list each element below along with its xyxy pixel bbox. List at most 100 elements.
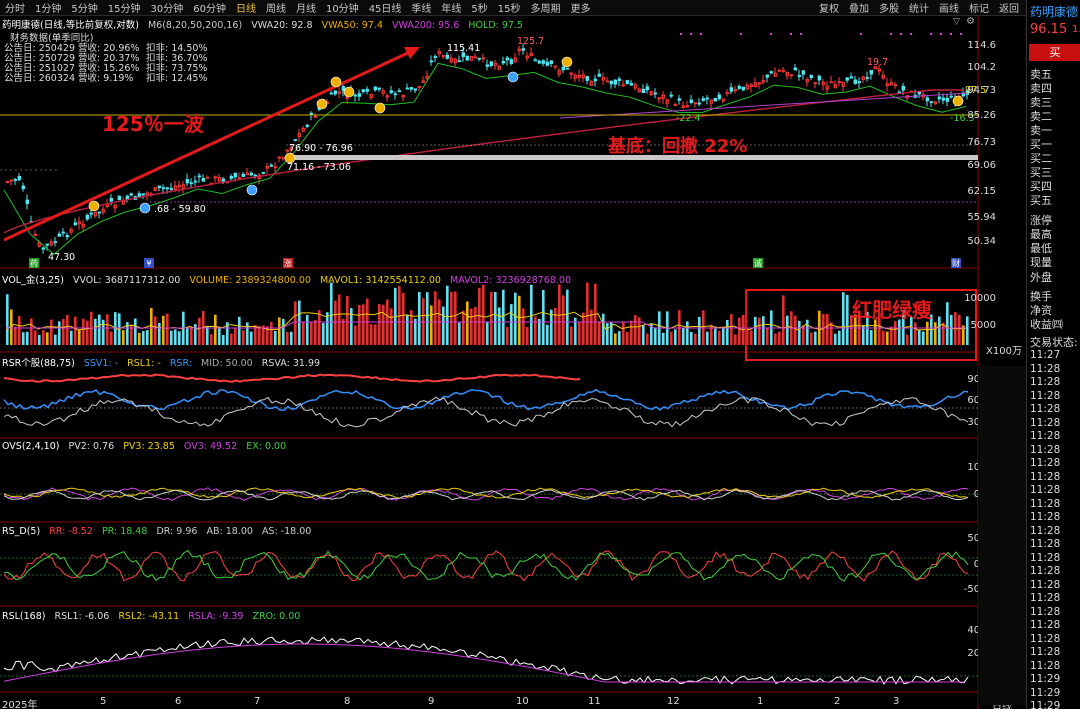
volume-bar [282, 318, 285, 345]
event-dot [790, 33, 792, 35]
volume-bar [110, 331, 113, 345]
candle-body [537, 60, 541, 64]
period-tab[interactable]: 周线 [261, 0, 291, 15]
tool-button[interactable]: 叠加 [844, 0, 874, 15]
period-tab[interactable]: 10分钟 [321, 0, 364, 15]
volume-bar [18, 315, 21, 345]
volume-bar [494, 292, 497, 345]
period-tab[interactable]: 季线 [406, 0, 436, 15]
candle-body [53, 241, 57, 244]
rsl1-value: RSL1: -6.06 [54, 611, 110, 622]
period-tab[interactable]: 15分钟 [103, 0, 146, 15]
volume-bar [158, 322, 161, 345]
volume-bar [914, 322, 917, 345]
volume-bar [258, 325, 261, 345]
period-tab[interactable]: 5分钟 [66, 0, 102, 15]
volume-bar [810, 332, 813, 345]
volume-bar [898, 319, 901, 345]
volume-bar [722, 327, 725, 345]
event-dot [950, 33, 952, 35]
volume-bar [14, 326, 17, 345]
tick-time: 11:29 [1030, 673, 1061, 685]
rsr-line [3, 373, 581, 383]
volume-bar [314, 320, 317, 345]
volume-bar [454, 291, 457, 345]
period-tab[interactable]: 60分钟 [188, 0, 231, 15]
volume-bar [42, 330, 45, 345]
rsl1-label: RSL1: - [127, 358, 161, 369]
period-tab[interactable]: 日线 [231, 0, 261, 15]
tool-button[interactable]: 画线 [934, 0, 964, 15]
candle-body [193, 180, 197, 183]
volume-bar [466, 301, 469, 345]
period-tab[interactable]: 30分钟 [145, 0, 188, 15]
volume-bar [346, 295, 349, 345]
volume-bar [350, 308, 353, 345]
volume-bar [238, 316, 241, 345]
trade-status: 交易状态: 连 [1030, 336, 1080, 349]
candle-body [409, 87, 413, 90]
collapse-icon[interactable]: ▽ [953, 17, 960, 27]
candle-body [585, 76, 589, 81]
event-dot [740, 33, 742, 35]
candle-body [269, 164, 273, 167]
candle-body [669, 94, 673, 97]
period-tab[interactable]: 月线 [291, 0, 321, 15]
zro-value: ZRO: 0.00 [252, 611, 301, 622]
peak-label-119: 19.7 [867, 57, 889, 68]
candle-body [505, 57, 509, 61]
candle-body [73, 222, 77, 226]
signal-marker [330, 76, 342, 88]
volume-bar [738, 317, 741, 345]
settings-icon[interactable]: ⚙ [966, 16, 975, 27]
volume-bar [50, 319, 53, 345]
tool-button[interactable]: 返回 [994, 0, 1024, 15]
ma-label: M6(8,20,50,200,16) [147, 20, 243, 31]
ex-label: EX: 0.00 [246, 441, 287, 452]
volume-bar [870, 330, 873, 345]
event-dot [800, 33, 802, 35]
candle-body [197, 175, 201, 178]
candle-body [445, 54, 449, 59]
candle-body [521, 48, 525, 51]
period-tab[interactable]: 5秒 [466, 0, 492, 15]
buy-button[interactable]: 买 [1029, 44, 1080, 61]
fin-cell: 营收: 9.19% [78, 73, 134, 84]
candle-body [865, 76, 869, 79]
volume-bar [242, 330, 245, 345]
tick-time: 11:28 [1030, 592, 1061, 604]
period-tab[interactable]: 15秒 [493, 0, 526, 15]
signal-marker [507, 71, 519, 83]
price-axis-tick: 62.15 [967, 186, 996, 197]
tick-time: 11:28 [1030, 497, 1061, 510]
tool-button[interactable]: 复权 [814, 0, 844, 15]
volume-bar [378, 304, 381, 345]
period-tab[interactable]: 多周期 [526, 0, 566, 15]
candle-body [625, 80, 629, 84]
rsr-name: RSR个股(88,75) [2, 358, 75, 369]
event-dot [680, 33, 682, 35]
candle-body [393, 93, 397, 96]
period-tab[interactable]: 更多 [566, 0, 596, 15]
candle-body [941, 97, 945, 101]
tool-button[interactable]: 标记 [964, 0, 994, 15]
volume-bar [582, 312, 585, 345]
volume-bar [922, 331, 925, 345]
volume-bar [542, 290, 545, 345]
volume-bar [302, 321, 305, 345]
period-tab[interactable]: 45日线 [364, 0, 407, 15]
date-axis-tick: 11 [588, 696, 601, 707]
period-tab[interactable]: 1分钟 [30, 0, 66, 15]
period-tab[interactable]: 分时 [0, 0, 30, 15]
volume-bar [482, 284, 485, 345]
tool-button[interactable]: 统计 [904, 0, 934, 15]
candle-body [713, 98, 717, 102]
candle-body [333, 90, 337, 95]
price-axis-tick: 94.73 [967, 85, 996, 96]
candle-body [945, 97, 949, 102]
candle-body [617, 78, 621, 81]
tool-button[interactable]: 多股 [874, 0, 904, 15]
volume-bar [6, 294, 9, 345]
volume-bar [782, 295, 785, 345]
period-tab[interactable]: 年线 [436, 0, 466, 15]
